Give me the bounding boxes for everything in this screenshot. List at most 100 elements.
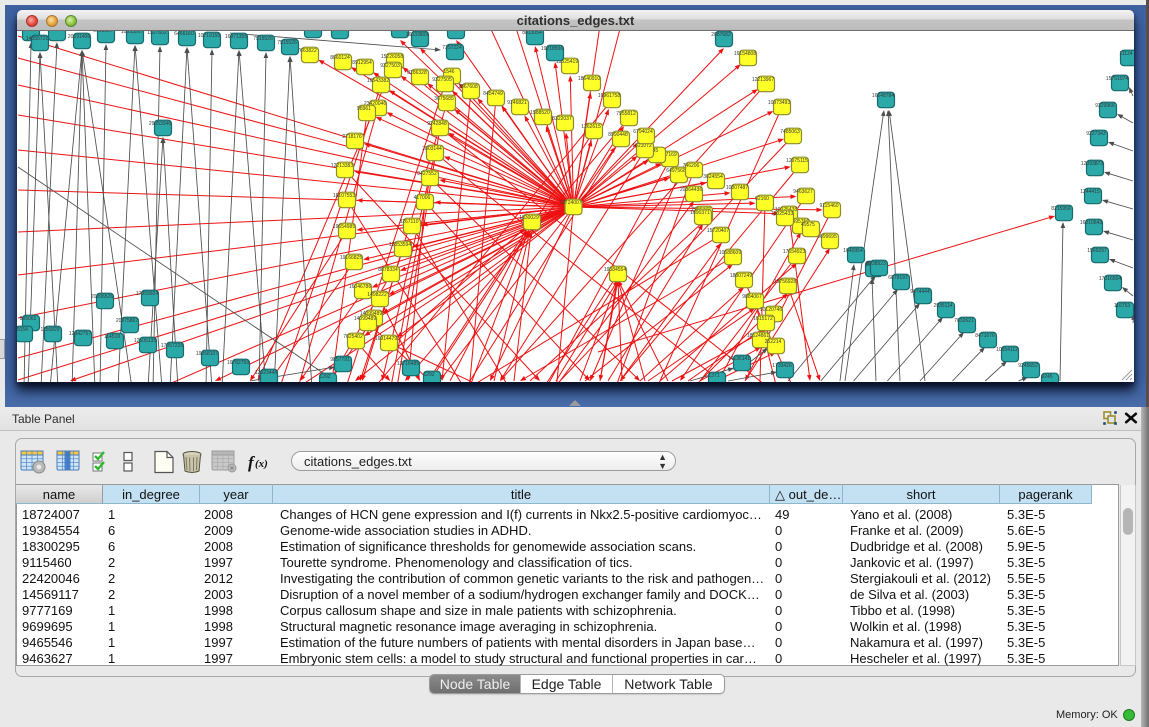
svg-text:13353594: 13353594	[389, 242, 411, 248]
svg-text:16543382: 16543382	[367, 78, 389, 84]
svg-text:16648784: 16648784	[872, 93, 894, 99]
svg-text:9327505: 9327505	[432, 77, 452, 83]
svg-text:6879197: 6879197	[888, 275, 908, 281]
svg-text:13716485: 13716485	[397, 361, 419, 367]
svg-text:(x): (x)	[255, 458, 268, 470]
svg-text:49575: 49575	[801, 222, 815, 228]
svg-text:1733426: 1733426	[772, 363, 792, 369]
svg-text:12923448: 12923448	[255, 370, 277, 376]
svg-text:9100557: 9100557	[93, 31, 113, 34]
svg-text:18640910: 18640910	[578, 76, 600, 82]
svg-text:3675685: 3675685	[434, 96, 454, 102]
svg-text:20206526: 20206526	[91, 294, 113, 300]
svg-text:11124: 11124	[1119, 51, 1132, 57]
svg-text:3624554: 3624554	[703, 174, 723, 180]
svg-text:1292: 1292	[319, 374, 330, 380]
svg-text:417006: 417006	[414, 195, 431, 201]
svg-text:17359924: 17359924	[136, 291, 158, 297]
svg-text:9327503: 9327503	[380, 63, 400, 69]
svg-text:1569297: 1569297	[1087, 248, 1107, 254]
svg-text:9884067: 9884067	[742, 294, 762, 300]
svg-text:10120746: 10120746	[760, 307, 782, 313]
svg-text:8660124: 8660124	[330, 55, 350, 61]
svg-text:1371: 1371	[708, 373, 719, 379]
svg-text:20364436: 20364436	[680, 187, 702, 193]
svg-text:9242848: 9242848	[427, 121, 447, 127]
svg-text:7515526: 7515526	[253, 36, 273, 42]
svg-text:995061: 995061	[20, 316, 37, 322]
svg-text:1588520: 1588520	[530, 110, 550, 116]
svg-text:8878334: 8878334	[378, 267, 398, 273]
svg-text:8427552: 8427552	[417, 171, 437, 177]
svg-text:8454749: 8454749	[483, 91, 503, 97]
svg-text:16914479: 16914479	[375, 336, 397, 342]
svg-text:2718176: 2718176	[342, 134, 362, 140]
svg-text:2867608: 2867608	[458, 84, 478, 90]
svg-text:8990448: 8990448	[608, 132, 628, 138]
svg-text:8215956: 8215956	[1051, 206, 1071, 212]
svg-text:8471676: 8471676	[975, 333, 995, 339]
svg-text:7357224: 7357224	[442, 45, 462, 51]
svg-text:62160: 62160	[755, 196, 769, 202]
svg-text:15720407: 15720407	[707, 228, 729, 234]
svg-text:17016504: 17016504	[1099, 276, 1121, 282]
svg-text:9857791: 9857791	[330, 357, 350, 363]
svg-text:16782759: 16782759	[227, 360, 249, 366]
svg-text:8813054: 8813054	[522, 31, 542, 36]
svg-text:19384554: 19384554	[604, 267, 626, 273]
svg-text:17654923: 17654923	[783, 249, 805, 255]
svg-text:114519: 114519	[104, 334, 121, 340]
svg-text:1156829: 1156829	[40, 327, 59, 333]
svg-text:7625402: 7625402	[343, 334, 363, 340]
svg-text:6794024: 6794024	[633, 129, 653, 135]
svg-text:10719155: 10719155	[198, 33, 220, 39]
svg-text:16046786: 16046786	[349, 284, 371, 290]
svg-text:9245: 9245	[1041, 374, 1052, 380]
svg-text:1405: 1405	[22, 31, 33, 32]
svg-text:16107553: 16107553	[333, 193, 355, 199]
svg-text:16154808: 16154808	[734, 51, 756, 57]
svg-text:10654112: 10654112	[996, 347, 1018, 353]
svg-text:16033809: 16033809	[406, 32, 428, 38]
svg-text:7955812: 7955812	[616, 111, 636, 117]
svg-text:2935114: 2935114	[933, 303, 952, 309]
svg-text:1615172: 1615172	[753, 316, 773, 322]
svg-text:1690371: 1690371	[690, 210, 710, 216]
svg-text:17957225: 17957225	[161, 343, 183, 349]
svg-text:1292: 1292	[423, 372, 434, 378]
svg-text:9463627: 9463627	[793, 189, 813, 195]
svg-text:9146821: 9146821	[507, 100, 527, 106]
svg-text:8912954: 8912954	[352, 60, 372, 66]
svg-text:16961758: 16961758	[598, 93, 620, 99]
svg-text:1527602: 1527602	[147, 31, 167, 36]
svg-text:6466160: 6466160	[174, 31, 194, 37]
svg-text:12213967: 12213967	[752, 77, 774, 83]
svg-text:15226058: 15226058	[381, 54, 403, 60]
svg-text:2803144: 2803144	[422, 146, 442, 152]
svg-text:116753: 116753	[1114, 303, 1131, 309]
svg-text:7485063: 7485063	[780, 129, 800, 135]
svg-text:10025433: 10025433	[771, 211, 793, 217]
svg-text:18724007: 18724007	[559, 200, 581, 206]
svg-text:9245652: 9245652	[1018, 363, 1038, 369]
svg-text:2087682: 2087682	[711, 32, 731, 38]
svg-text:1640954: 1640954	[843, 248, 863, 254]
svg-text:12975115: 12975115	[786, 158, 808, 164]
svg-text:1546: 1546	[443, 69, 454, 75]
svg-text:19654985: 19654985	[333, 224, 355, 230]
svg-text:12093873: 12093873	[1081, 161, 1103, 167]
svg-text:10688609: 10688609	[719, 250, 741, 256]
svg-text:7515526: 7515526	[277, 40, 297, 46]
svg-text:20975867: 20975867	[116, 318, 138, 324]
svg-text:7663822: 7663822	[297, 48, 317, 54]
svg-text:746206: 746206	[683, 163, 700, 169]
svg-text:252214: 252214	[765, 339, 782, 345]
svg-text:16210643: 16210643	[1080, 220, 1102, 226]
svg-text:16971355: 16971355	[225, 34, 247, 40]
svg-text:19756928: 19756928	[774, 279, 796, 285]
svg-text:1362615: 1362615	[581, 124, 601, 130]
svg-text:10973493: 10973493	[768, 100, 790, 106]
svg-text:18807249: 18807249	[730, 273, 752, 279]
svg-text:20691406: 20691406	[68, 34, 90, 40]
svg-text:14099489: 14099489	[354, 316, 376, 322]
